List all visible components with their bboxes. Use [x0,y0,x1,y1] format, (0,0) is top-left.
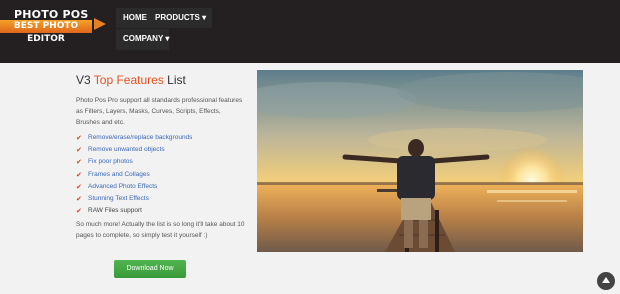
feature-item[interactable]: ✔ Stunning Text Effects [76,193,192,205]
feature-item[interactable]: ✔ Remove/erase/replace backgrounds [76,132,192,144]
chevron-down-icon: ▾ [165,34,170,43]
download-button[interactable]: Download Now [114,260,186,278]
pen-icon [94,18,106,30]
feature-label: Remove/erase/replace backgrounds [88,134,193,141]
feature-label: Frames and Collages [88,170,150,178]
check-icon: ✔ [76,170,82,179]
title-highlight: Top Features [93,73,164,87]
chevron-down-icon: ▾ [202,13,207,22]
check-icon: ✔ [76,134,82,142]
feature-item[interactable]: ✔ Frames and Collages [76,169,192,181]
feature-item[interactable]: ✔ Remove unwanted objects [76,144,192,156]
check-icon: ✔ [76,182,82,191]
feature-list: ✔ Remove/erase/replace backgrounds ✔ Remov… [76,132,192,217]
check-icon: ✔ [76,194,82,203]
title-suffix: List [163,73,186,87]
feature-label: Fix poor photos [88,158,133,166]
check-icon: ✔ [76,158,82,167]
title-prefix: V3 [76,73,94,87]
feature-item[interactable]: ✔ Advanced Photo Effects [76,181,192,193]
nav-products[interactable]: PRODUCTS ▾ [155,12,206,24]
outro-text: So much more! Actually the list is so lo… [76,221,245,239]
nav-company[interactable]: COMPANY ▾ [123,33,169,45]
feature-label: Stunning Text Effects [88,194,149,202]
nav-home-label: HOME [123,13,147,22]
feature-label: RAW Files support [88,207,142,215]
top-navbar: PHOTO POS PRO BEST PHOTO EDITOR HOME PRO… [0,0,620,63]
check-icon: ✔ [76,146,82,155]
page-title: V3 Top Features List [76,73,186,87]
nav-company-label: COMPANY [123,34,164,43]
nav-home[interactable]: HOME [123,12,147,24]
check-icon: ✔ [76,207,82,216]
feature-item: ✔ RAW Files support [76,205,192,217]
chevron-up-icon [602,277,610,283]
feature-label: Remove unwanted objects [88,146,165,154]
feature-item[interactable]: ✔ Fix poor photos [76,156,192,168]
intro-text: Photo Pos Pro support all standards prof… [76,97,243,126]
scroll-top-button[interactable] [597,272,615,290]
logo[interactable]: PHOTO POS PRO BEST PHOTO EDITOR [0,8,108,44]
logo-line2: BEST PHOTO EDITOR [0,20,92,44]
nav-products-label: PRODUCTS [155,13,200,22]
feature-label: Advanced Photo Effects [88,182,158,190]
hero-photo [257,70,583,252]
